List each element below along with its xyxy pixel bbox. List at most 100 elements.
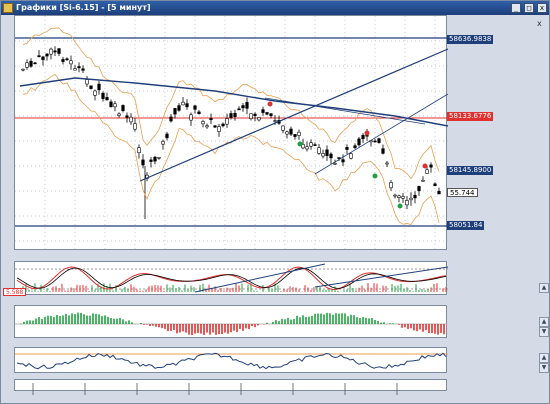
candle: [373, 140, 377, 143]
candle: [69, 60, 73, 65]
macd-chart[interactable]: [15, 306, 448, 339]
candle: [405, 200, 409, 206]
current-price-label: 55.744: [447, 188, 478, 197]
chart-window: Графики [Si-6.15] - [5 минут] _ □ x x 58…: [0, 0, 550, 404]
window-title: Графики [Si-6.15] - [5 минут]: [16, 3, 151, 12]
close-button[interactable]: x: [537, 3, 547, 13]
candle: [173, 108, 177, 115]
candle: [329, 153, 333, 159]
candle: [285, 131, 289, 135]
candle: [97, 83, 101, 91]
candle: [229, 113, 233, 118]
signal-marker: [267, 101, 273, 107]
bollinger-upper: [22, 27, 440, 180]
signal-marker: [297, 141, 303, 147]
stochastic-k-line: [16, 266, 447, 291]
price-level-label: 58051.84: [447, 221, 485, 230]
maximize-button[interactable]: □: [524, 3, 534, 13]
candle: [397, 195, 401, 198]
candle: [321, 153, 325, 157]
rsi-chart[interactable]: [15, 348, 448, 374]
candle: [297, 131, 301, 136]
candle: [425, 169, 429, 174]
candle: [429, 164, 433, 168]
candle: [393, 194, 397, 197]
moving-average: [19, 77, 449, 127]
candle: [81, 68, 85, 71]
candle: [181, 101, 185, 106]
candle: [413, 194, 417, 199]
candle: [141, 159, 145, 166]
candle: [357, 138, 361, 146]
candle: [349, 153, 353, 159]
candle: [169, 116, 173, 122]
candle: [281, 125, 285, 131]
price-chart[interactable]: [15, 16, 449, 251]
scroll-button[interactable]: ▲: [539, 317, 549, 327]
candle: [437, 190, 441, 195]
candle: [333, 162, 337, 165]
candle: [153, 156, 157, 162]
candle: [93, 90, 97, 96]
candle: [109, 101, 113, 108]
candle: [73, 68, 77, 71]
candle: [189, 114, 193, 121]
candle: [265, 112, 269, 115]
macd-pane[interactable]: [14, 305, 448, 339]
price-chart-pane[interactable]: [14, 15, 449, 251]
candle: [61, 59, 65, 62]
signal-marker: [364, 130, 370, 136]
candle: [157, 156, 161, 159]
signal-marker: [372, 173, 378, 179]
candle: [353, 145, 357, 148]
minimize-button[interactable]: _: [511, 3, 521, 13]
candle: [313, 144, 317, 146]
price-level-label: 58133.6776: [447, 112, 494, 121]
candle: [117, 113, 121, 116]
rsi-pane[interactable]: [14, 347, 448, 374]
scroll-button[interactable]: ▼: [539, 327, 549, 337]
candle: [89, 85, 93, 89]
trend-line: [314, 266, 449, 288]
stochastic-chart[interactable]: [15, 262, 449, 296]
candle: [221, 123, 225, 127]
candle: [401, 196, 405, 199]
candle: [185, 103, 189, 108]
candle: [341, 159, 345, 163]
candle: [241, 105, 245, 109]
stochastic-pane[interactable]: [14, 261, 449, 296]
price-level-label: 58145.8900: [447, 166, 494, 175]
candle: [113, 103, 117, 108]
signal-marker: [422, 163, 428, 169]
candle: [249, 113, 253, 119]
candle: [309, 142, 313, 147]
candle: [33, 62, 37, 65]
trend-line: [314, 93, 449, 175]
candle: [25, 62, 29, 68]
candle: [361, 134, 365, 140]
candle: [225, 118, 229, 125]
candle: [417, 186, 421, 192]
candle: [125, 115, 129, 118]
scroll-button[interactable]: ▼: [539, 363, 549, 373]
candle: [133, 123, 137, 130]
candle: [385, 162, 389, 165]
candle: [269, 113, 273, 117]
candle: [177, 105, 181, 111]
candle: [289, 128, 293, 135]
price-level-label: 58636.9838: [447, 35, 494, 44]
stochastic-value-label: 5.588: [3, 288, 27, 296]
scroll-button[interactable]: ▲: [539, 353, 549, 363]
candle: [121, 105, 125, 111]
candle: [201, 121, 205, 125]
candle: [197, 111, 201, 115]
candle: [149, 159, 153, 162]
candle: [77, 66, 81, 69]
pane-close-icon[interactable]: x: [537, 19, 542, 28]
candle: [129, 116, 133, 123]
time-axis[interactable]: [14, 379, 447, 395]
candle: [433, 183, 437, 186]
title-bar[interactable]: Графики [Si-6.15] - [5 минут] _ □ x: [1, 1, 549, 15]
candle: [293, 134, 297, 137]
scroll-up-button[interactable]: ▲: [539, 283, 549, 293]
